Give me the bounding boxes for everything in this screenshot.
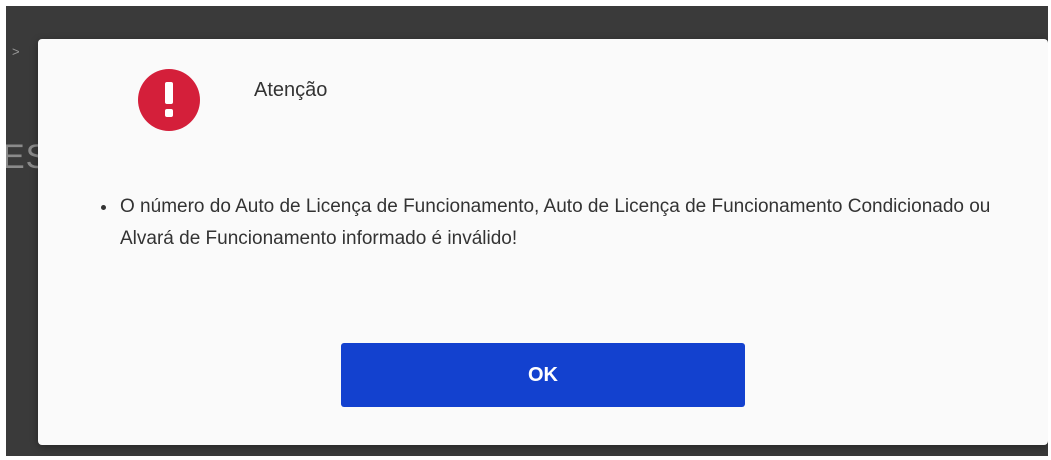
ok-button[interactable]: OK bbox=[341, 343, 745, 407]
dialog-message-item: O número do Auto de Licença de Funcionam… bbox=[118, 191, 1018, 255]
alert-dialog: Atenção O número do Auto de Licença de F… bbox=[38, 39, 1048, 445]
exclamation-circle-icon bbox=[138, 69, 200, 131]
dialog-title: Atenção bbox=[254, 79, 328, 101]
background-page: > ES Atenção O número do Auto de Licença… bbox=[6, 6, 1048, 456]
background-breadcrumb-chevron: > bbox=[12, 44, 20, 59]
dialog-message-list: O número do Auto de Licença de Funcionam… bbox=[90, 191, 1018, 255]
